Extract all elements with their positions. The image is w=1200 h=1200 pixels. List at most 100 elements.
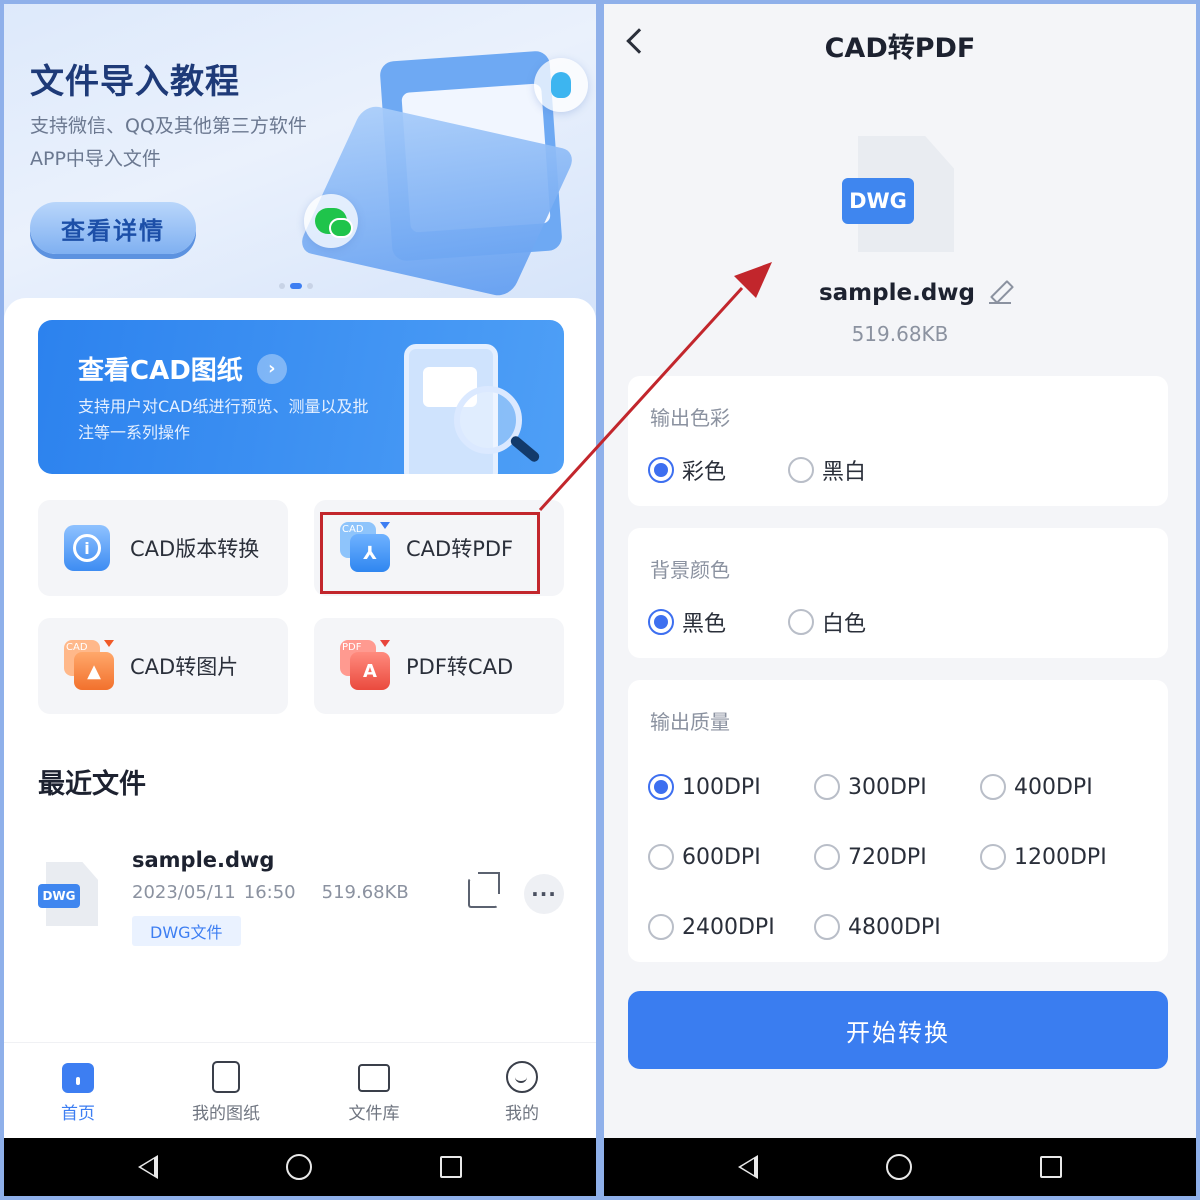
- banner-description: 支持微信、QQ及其他第三方软件APP中导入文件: [30, 115, 307, 170]
- share-icon[interactable]: [468, 872, 500, 908]
- radio-100dpi[interactable]: 100DPI: [648, 774, 761, 800]
- radio-empty-icon: [980, 844, 1006, 870]
- tab-my-drawings[interactable]: 我的图纸: [152, 1043, 300, 1138]
- edit-pencil-icon[interactable]: [989, 282, 1012, 304]
- cad-to-pdf-screen: CAD转PDF DWG sample.dwg 519.68KB 输出色彩 彩色 …: [604, 4, 1196, 1196]
- radio-empty-icon: [814, 844, 840, 870]
- wechat-icon: [315, 208, 353, 238]
- radio-empty-icon: [788, 457, 814, 483]
- view-details-button[interactable]: 查看详情: [30, 202, 196, 254]
- nav-home-icon[interactable]: [286, 1154, 312, 1180]
- radio-label: 白色: [822, 612, 867, 637]
- radio-2400dpi[interactable]: 2400DPI: [648, 914, 775, 940]
- radio-label: 300DPI: [848, 774, 927, 800]
- radio-600dpi[interactable]: 600DPI: [648, 844, 761, 870]
- cad-version-icon: i: [64, 522, 116, 574]
- radio-720dpi[interactable]: 720DPI: [814, 844, 927, 870]
- cad-card-title: 查看CAD图纸 ›: [78, 350, 287, 387]
- radio-selected-icon: [648, 457, 674, 483]
- view-cad-card[interactable]: 查看CAD图纸 › 支持用户对CAD纸进行预览、测量以及批注等一系列操作: [38, 320, 564, 474]
- radio-label: 600DPI: [682, 844, 761, 870]
- tool-label: CAD转图片: [130, 655, 239, 679]
- output-quality-card: 输出质量 100DPI 300DPI 400DPI 600DPI 720DPI …: [628, 680, 1168, 962]
- file-type-tag: DWG文件: [132, 916, 241, 946]
- file-size: 519.68KB: [851, 322, 949, 346]
- radio-bw[interactable]: 黑白: [788, 454, 866, 486]
- tab-mine[interactable]: 我的: [448, 1043, 596, 1138]
- tab-file-library[interactable]: 文件库: [300, 1043, 448, 1138]
- carousel-dot-active: [290, 283, 302, 289]
- nav-recents-icon[interactable]: [440, 1156, 462, 1178]
- radio-empty-icon: [788, 609, 814, 635]
- radio-300dpi[interactable]: 300DPI: [814, 774, 927, 800]
- radio-empty-icon: [648, 914, 674, 940]
- banner-title: 文件导入教程: [30, 62, 240, 102]
- wechat-bubble: [304, 194, 358, 248]
- carousel-dot: [279, 283, 285, 289]
- recent-file-name[interactable]: sample.dwg: [132, 848, 274, 872]
- radio-label: 4800DPI: [848, 914, 941, 940]
- folder-illustration: [296, 34, 594, 299]
- header: CAD转PDF: [604, 4, 1196, 84]
- tab-home[interactable]: 首页: [4, 1043, 152, 1138]
- chevron-right-icon: ›: [256, 353, 287, 384]
- start-convert-button[interactable]: 开始转换: [628, 991, 1168, 1069]
- nav-home-icon[interactable]: [886, 1154, 912, 1180]
- tool-pdf-to-cad[interactable]: PDF A PDF转CAD: [314, 618, 564, 714]
- panel-divider: [596, 0, 604, 1200]
- home-icon: [62, 1063, 94, 1093]
- background-color-card: 背景颜色 黑色 白色: [628, 528, 1168, 658]
- tab-label: 文件库: [348, 1104, 400, 1124]
- import-tutorial-banner[interactable]: 文件导入教程 支持微信、QQ及其他第三方软件APP中导入文件 查看详情: [4, 4, 596, 324]
- radio-label: 彩色: [682, 460, 727, 485]
- system-nav-bar: [604, 1138, 1196, 1196]
- radio-label: 黑白: [822, 460, 867, 485]
- output-color-title: 输出色彩: [650, 406, 730, 430]
- magnifier-handle: [508, 434, 542, 464]
- radio-label: 黑色: [682, 612, 727, 637]
- radio-black[interactable]: 黑色: [648, 606, 726, 638]
- home-screen: 文件导入教程 支持微信、QQ及其他第三方软件APP中导入文件 查看详情 查看CA…: [4, 4, 596, 1196]
- nav-back-icon[interactable]: [738, 1155, 758, 1179]
- radio-selected-icon: [648, 609, 674, 635]
- radio-label: 2400DPI: [682, 914, 775, 940]
- folder-icon: [358, 1064, 390, 1092]
- output-color-card: 输出色彩 彩色 黑白: [628, 376, 1168, 506]
- radio-1200dpi[interactable]: 1200DPI: [980, 844, 1107, 870]
- profile-icon: [506, 1061, 538, 1093]
- radio-empty-icon: [648, 844, 674, 870]
- radio-label: 100DPI: [682, 774, 761, 800]
- radio-label: 1200DPI: [1014, 844, 1107, 870]
- carousel-dot: [307, 283, 313, 289]
- highlight-box: [320, 512, 540, 594]
- radio-selected-icon: [648, 774, 674, 800]
- cad-card-title-text: 查看CAD图纸: [78, 356, 243, 386]
- tool-cad-version-convert[interactable]: i CAD版本转换: [38, 500, 288, 596]
- tab-label: 我的图纸: [192, 1104, 260, 1124]
- cad-card-description: 支持用户对CAD纸进行预览、测量以及批注等一系列操作: [78, 397, 369, 442]
- more-options-button[interactable]: ···: [524, 874, 564, 914]
- radio-white[interactable]: 白色: [788, 606, 866, 638]
- nav-back-icon[interactable]: [138, 1155, 158, 1179]
- output-quality-title: 输出质量: [650, 710, 730, 734]
- radio-400dpi[interactable]: 400DPI: [980, 774, 1093, 800]
- nav-recents-icon[interactable]: [1040, 1156, 1062, 1178]
- carousel-dots: [279, 283, 313, 289]
- radio-empty-icon: [814, 774, 840, 800]
- recent-files-title: 最近文件: [38, 769, 146, 800]
- tab-label: 我的: [505, 1104, 539, 1124]
- radio-4800dpi[interactable]: 4800DPI: [814, 914, 941, 940]
- file-name-row: sample.dwg: [604, 280, 1196, 306]
- recent-file-meta: 2023/05/11 16:50 519.68KB: [132, 882, 409, 903]
- file-time: 16:50: [243, 882, 296, 903]
- radio-empty-icon: [814, 914, 840, 940]
- background-color-title: 背景颜色: [650, 558, 730, 582]
- file-size: 519.68KB: [321, 882, 409, 903]
- page-title: CAD转PDF: [824, 33, 976, 64]
- tab-label: 首页: [61, 1104, 95, 1124]
- system-nav-bar: [4, 1138, 596, 1196]
- file-badge: DWG: [842, 178, 914, 224]
- tool-cad-to-image[interactable]: CAD ▲ CAD转图片: [38, 618, 288, 714]
- qq-icon: [551, 72, 571, 98]
- radio-color[interactable]: 彩色: [648, 454, 726, 486]
